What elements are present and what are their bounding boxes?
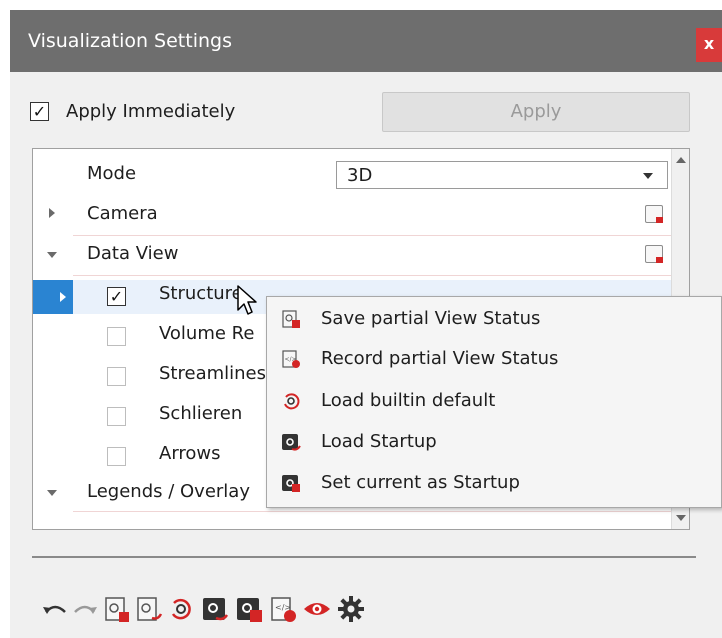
menu-item-load-startup[interactable]: Load Startup [267,422,722,462]
load-view-icon[interactable] [134,594,164,624]
apply-immediately-label: Apply Immediately [66,101,236,122]
tree-item-schlieren[interactable]: Schlieren [159,403,242,424]
row-separator [73,235,685,236]
data-view-status-icon[interactable] [645,245,663,263]
selected-row-marker[interactable] [33,280,73,314]
save-view-icon[interactable] [102,594,132,624]
apply-button[interactable]: Apply [382,92,690,132]
volume-rendering-checkbox[interactable] [107,327,126,346]
bottom-toolbar: </> [40,594,500,628]
apply-immediately-checkbox[interactable]: ✓ [30,102,49,121]
menu-item-label: Record partial View Status [321,348,559,369]
load-builtin-icon [284,393,300,410]
visibility-icon[interactable] [302,594,332,624]
divider [32,556,696,558]
window-title: Visualization Settings [28,30,232,52]
streamlines-checkbox[interactable] [107,367,126,386]
settings-icon[interactable] [336,594,366,624]
camera-status-icon[interactable] [645,205,663,223]
menu-item-label: Set current as Startup [321,472,520,493]
mouse-cursor-icon [237,285,257,315]
menu-item-load-builtin-default[interactable]: Load builtin default [267,381,722,421]
tree-item-streamlines[interactable]: Streamlines [159,363,266,384]
arrows-checkbox[interactable] [107,447,126,466]
context-menu: Save partial View Status </> Record part… [266,296,722,508]
row-separator [73,511,685,512]
expand-camera-icon[interactable] [49,208,55,218]
menu-item-label: Load builtin default [321,390,496,411]
save-partial-icon [282,310,300,328]
load-startup-icon [282,434,301,451]
load-startup-icon[interactable] [200,594,230,624]
tree-item-arrows[interactable]: Arrows [159,443,221,464]
tree-item-data-view[interactable]: Data View [87,243,178,264]
set-startup-icon[interactable] [234,594,264,624]
set-startup-icon [282,475,300,492]
collapse-data-view-icon[interactable] [47,252,57,258]
menu-item-label: Save partial View Status [321,308,541,329]
row-separator [73,275,685,276]
tree-item-structure[interactable]: Structure [159,283,243,304]
structure-checkbox[interactable]: ✓ [107,287,126,306]
record-partial-icon: </> [282,350,300,368]
menu-item-label: Load Startup [321,431,437,452]
tree-item-volume-rendering[interactable]: Volume Re [159,323,254,344]
schlieren-checkbox[interactable] [107,407,126,426]
scroll-down-icon[interactable] [676,515,686,521]
menu-item-save-partial-view-status[interactable]: Save partial View Status [267,299,722,339]
close-button[interactable]: x [696,28,722,62]
reset-icon[interactable] [166,594,196,624]
scroll-up-icon[interactable] [676,157,686,163]
collapse-legends-icon[interactable] [47,490,57,496]
chevron-down-icon [643,173,653,179]
record-icon[interactable]: </> [268,594,298,624]
tree-item-camera[interactable]: Camera [87,203,158,224]
mode-value: 3D [347,165,373,186]
redo-icon[interactable] [70,594,100,624]
tree-item-legends-overlay[interactable]: Legends / Overlay [87,481,250,502]
menu-item-record-partial-view-status[interactable]: </> Record partial View Status [267,339,722,379]
mode-dropdown[interactable]: 3D [336,161,668,189]
menu-item-set-current-as-startup[interactable]: Set current as Startup [267,463,722,503]
mode-label: Mode [87,163,137,184]
title-bar[interactable]: Visualization Settings x [10,10,722,72]
undo-icon[interactable] [40,594,70,624]
